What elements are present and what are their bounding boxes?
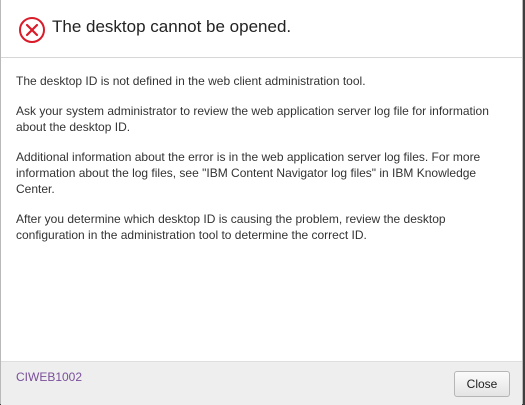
dialog-title: The desktop cannot be opened. [52,17,292,36]
message-paragraph: The desktop ID is not defined in the web… [16,74,366,88]
message-paragraph: After you determine which desktop ID is … [16,212,446,242]
message-paragraph: Ask your system administrator to review … [16,104,489,134]
error-dialog: The desktop cannot be opened. The deskto… [0,0,523,405]
error-circle-x-icon [18,16,46,44]
close-button[interactable]: Close [454,371,510,397]
message-paragraph: Additional information about the error i… [16,150,481,196]
dialog-message: The desktop ID is not defined in the web… [16,73,506,257]
dialog-footer: CIWEB1002 Close [1,361,522,405]
message-id: CIWEB1002 [16,370,83,384]
dialog-header: The desktop cannot be opened. [1,5,522,58]
